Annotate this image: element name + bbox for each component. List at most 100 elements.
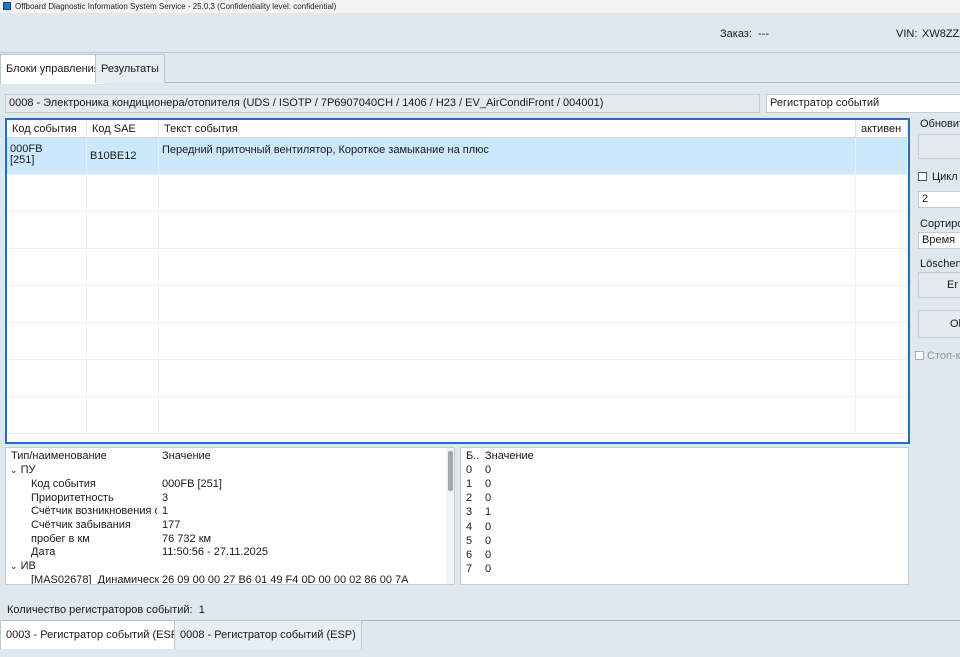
details-tree: Тип/наименование Значение ⌄ ПУ Код событ… — [5, 447, 455, 585]
empty-cell — [159, 249, 856, 286]
empty-cell — [856, 323, 908, 360]
column-header-active[interactable]: активен — [856, 120, 908, 138]
table-row-empty — [7, 397, 908, 434]
cycle-checkbox[interactable] — [918, 172, 927, 181]
values-b-cell: 5 — [466, 535, 473, 547]
app-icon — [3, 2, 11, 10]
table-row[interactable]: 000FB [251] B10BE12 Передний приточный в… — [7, 138, 908, 175]
values-table: Б.. Значение 0 0 1 0 2 0 3 1 4 0 5 0 6 0… — [460, 447, 909, 585]
tree-group-pu-label: ПУ — [20, 464, 36, 476]
tree-row-name: Счётчик возникновения оши — [31, 505, 157, 517]
sort-select[interactable]: Время — [918, 232, 960, 249]
empty-cell — [87, 212, 159, 249]
empty-cell — [856, 286, 908, 323]
recorder-count: Количество регистраторов событий: 1 — [7, 604, 205, 616]
details-scrollbar[interactable] — [446, 448, 454, 584]
recorder-select[interactable]: Регистратор событий — [766, 94, 960, 113]
values-b-cell: 3 — [466, 506, 473, 518]
events-table-header: Код события Код SAE Текст события активе… — [7, 120, 908, 138]
window-titlebar: Offboard Diagnostic Information System S… — [0, 0, 960, 13]
empty-cell — [856, 175, 908, 212]
values-b-cell: 6 — [466, 549, 473, 561]
values-column-b[interactable]: Б.. — [466, 450, 479, 464]
ok-button[interactable]: Ol — [918, 310, 960, 338]
tree-group-pu[interactable]: ⌄ ПУ — [10, 464, 36, 478]
values-b-cell: 0 — [466, 464, 473, 476]
active-cell — [856, 138, 908, 175]
empty-cell — [159, 286, 856, 323]
recorder-tabs: 0003 - Регистратор событий (ESP) 0008 - … — [0, 620, 960, 649]
main-tabs: Блоки управления Результаты — [0, 54, 960, 84]
table-row-empty — [7, 323, 908, 360]
empty-cell — [856, 397, 908, 434]
column-header-sae-code[interactable]: Код SAE — [87, 120, 159, 138]
empty-cell — [87, 323, 159, 360]
empty-cell — [159, 175, 856, 212]
recorder-count-label: Количество регистраторов событий: — [7, 604, 193, 616]
tab-results[interactable]: Результаты — [95, 54, 165, 83]
tree-column-value[interactable]: Значение — [162, 450, 211, 464]
values-column-value[interactable]: Значение — [485, 450, 534, 464]
values-b-cell: 7 — [466, 563, 473, 575]
details-scrollbar-thumb[interactable] — [448, 451, 453, 491]
tree-group-iv[interactable]: ⌄ ИВ — [10, 560, 36, 574]
refresh-button[interactable] — [918, 134, 960, 159]
chevron-down-icon[interactable]: ⌄ — [10, 561, 18, 571]
empty-cell — [7, 323, 87, 360]
values-v-cell: 0 — [485, 563, 492, 575]
empty-cell — [87, 175, 159, 212]
stop-checkbox-row[interactable]: Стоп-ка — [915, 350, 960, 362]
tree-row-name: Дата — [31, 546, 56, 558]
tab-recorder-0008[interactable]: 0008 - Регистратор событий (ESP) — [174, 620, 362, 649]
cycle-label: Цикл — [932, 171, 958, 183]
table-row-empty — [7, 286, 908, 323]
refresh-label: Обновит — [920, 118, 960, 130]
sae-code-cell: B10BE12 — [87, 138, 159, 175]
values-v-cell: 0 — [485, 549, 492, 561]
ecu-description-field: 0008 - Электроника кондиционера/отопител… — [5, 94, 760, 113]
tree-row-value: 000FB [251] — [162, 478, 222, 490]
empty-cell — [7, 360, 87, 397]
window-title: Offboard Diagnostic Information System S… — [15, 2, 337, 11]
tab-control-units[interactable]: Блоки управления — [0, 54, 106, 84]
table-row-empty — [7, 249, 908, 286]
empty-cell — [856, 360, 908, 397]
empty-cell — [7, 249, 87, 286]
tree-row-value: 11:50:56 - 27.11.2025 — [162, 546, 269, 558]
cycle-interval-field[interactable]: 2 — [918, 191, 960, 208]
tree-row-name: [MAS02678]_Динамически — [31, 574, 159, 585]
empty-cell — [7, 175, 87, 212]
vin-label: VIN: — [896, 28, 918, 40]
empty-cell — [159, 360, 856, 397]
empty-cell — [159, 212, 856, 249]
values-b-cell: 2 — [466, 492, 473, 504]
values-v-cell: 0 — [485, 521, 492, 533]
order-value: --- — [758, 28, 769, 40]
stop-checkbox[interactable] — [915, 351, 924, 360]
values-b-cell: 1 — [466, 478, 473, 490]
values-v-cell: 0 — [485, 464, 492, 476]
table-row-empty — [7, 360, 908, 397]
tree-column-name[interactable]: Тип/наименование — [11, 450, 107, 464]
sort-label: Сортиро — [920, 218, 960, 230]
empty-cell — [159, 323, 856, 360]
delete-button[interactable]: Er — [918, 272, 960, 298]
cycle-checkbox-row[interactable]: Цикл — [918, 171, 958, 183]
empty-cell — [87, 249, 159, 286]
empty-cell — [7, 286, 87, 323]
empty-cell — [7, 212, 87, 249]
empty-cell — [856, 249, 908, 286]
values-v-cell: 0 — [485, 478, 492, 490]
tree-row-value: 177 — [162, 519, 181, 531]
recorder-count-value: 1 — [198, 604, 205, 616]
vin-value: XW8ZZZ — [922, 28, 960, 40]
chevron-down-icon[interactable]: ⌄ — [10, 465, 18, 475]
tab-recorder-0003[interactable]: 0003 - Регистратор событий (ESP) — [0, 620, 188, 649]
column-header-event-code[interactable]: Код события — [7, 120, 87, 138]
tree-row-value: 1 — [162, 505, 169, 517]
table-row-empty — [7, 212, 908, 249]
column-header-event-text[interactable]: Текст события — [159, 120, 856, 138]
values-v-cell: 0 — [485, 535, 492, 547]
event-code-sub: [251] — [10, 154, 35, 166]
tree-row-name: Приоритетность — [31, 492, 114, 504]
